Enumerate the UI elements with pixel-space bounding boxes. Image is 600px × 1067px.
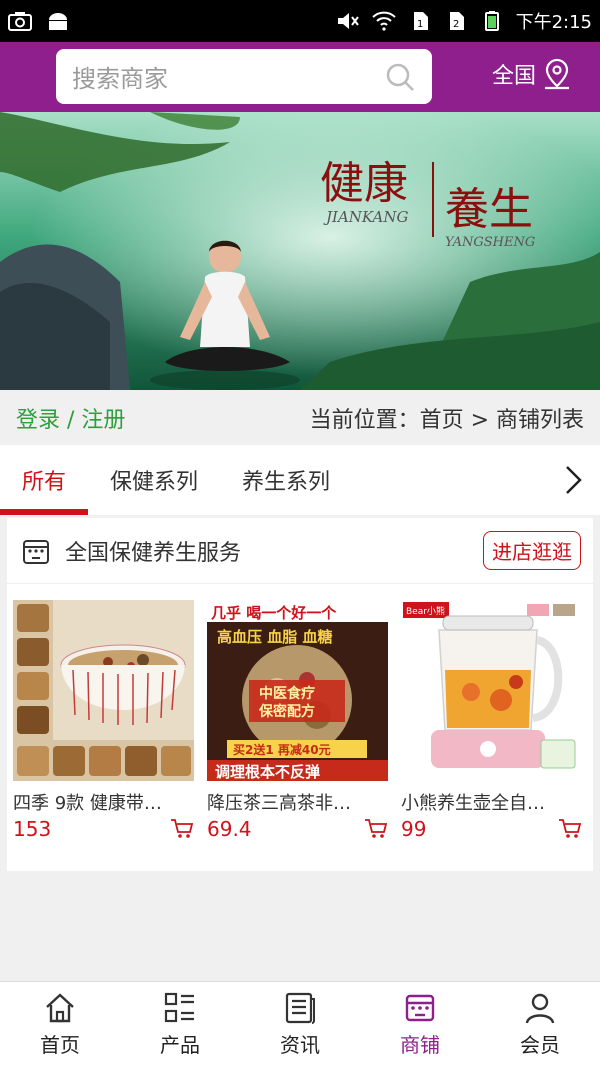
breadcrumb-bar: 登录 / 注册 当前位置：首页 > 商铺列表 — [0, 390, 600, 445]
svg-text:1: 1 — [417, 19, 423, 30]
shop-icon — [405, 994, 435, 1022]
nav-label: 产品 — [160, 1033, 200, 1057]
wifi-icon — [371, 11, 396, 31]
product-name: 降压茶三高茶非… — [207, 793, 351, 814]
cart-icon[interactable] — [170, 818, 194, 840]
nav-label: 首页 — [40, 1033, 80, 1057]
nav-shops[interactable]: 商铺 — [360, 982, 480, 1067]
search-input[interactable]: 搜索商家 — [56, 49, 432, 104]
shop-card: 全国保健养生服务 进店逛逛 四季 9款 健康带… 153 几乎 喝一个好一个 高… — [7, 518, 593, 871]
product-price: 153 — [13, 817, 52, 841]
nav-label: 商铺 — [400, 1033, 440, 1057]
tea-line1: 几乎 喝一个好一个 — [211, 604, 337, 622]
user-icon — [525, 993, 555, 1024]
product-name: 小熊养生壶全自… — [401, 793, 545, 814]
product-card[interactable]: 四季 9款 健康带… 153 — [13, 600, 194, 841]
tab-health-series[interactable]: 保健系列 — [88, 445, 220, 515]
tea-line4: 保密配方 — [258, 703, 315, 720]
status-time: 下午2:15 — [515, 12, 592, 33]
grid-list-icon — [164, 992, 194, 1023]
shop-header: 全国保健养生服务 进店逛逛 — [7, 518, 593, 584]
visit-shop-button[interactable]: 进店逛逛 — [483, 531, 581, 570]
status-bar: 1 2 下午2:15 — [0, 0, 600, 42]
banner-pinyin-1: JIANKANG — [323, 208, 408, 226]
tab-wellness-series[interactable]: 养生系列 — [220, 445, 352, 515]
home-icon — [46, 993, 74, 1023]
tab-all[interactable]: 所有 — [0, 445, 89, 515]
banner-pinyin-2: YANGSHENG — [445, 235, 535, 250]
camera-icon — [8, 12, 32, 31]
shop-name[interactable]: 全国保健养生服务 — [65, 535, 241, 567]
bottom-nav: 首页 产品 资讯 商铺 会员 — [0, 981, 600, 1067]
product-price: 69.4 — [207, 817, 252, 841]
nav-label: 会员 — [520, 1033, 560, 1057]
promo-banner[interactable]: 健康 JIANKANG 養生 YANGSHENG — [0, 112, 600, 390]
nav-products[interactable]: 产品 — [120, 982, 240, 1067]
kettle-brand: Bear小熊 — [406, 605, 445, 617]
product-image-soup[interactable] — [13, 600, 194, 781]
chevron-right-icon[interactable] — [558, 463, 588, 497]
cart-icon[interactable] — [558, 818, 582, 840]
news-icon — [285, 992, 315, 1024]
mute-icon — [337, 13, 359, 29]
sim2-icon: 2 — [449, 12, 464, 30]
breadcrumb: 当前位置：首页 > 商铺列表 — [309, 407, 584, 433]
product-image-tea[interactable]: 几乎 喝一个好一个 高血压 血脂 血糖 中医食疗 保密配方 买2送1 再减40元… — [207, 600, 388, 781]
product-card[interactable]: Bear小熊 小熊养生壶全自… 99 — [401, 600, 582, 841]
tea-line6: 调理根本不反弹 — [215, 763, 320, 781]
app-header: 搜索商家 全国 — [0, 42, 600, 112]
tea-line5: 买2送1 再减40元 — [233, 742, 331, 757]
product-price: 99 — [401, 817, 427, 841]
banner-illustration: 健康 JIANKANG 養生 YANGSHENG — [0, 112, 600, 390]
search-placeholder: 搜索商家 — [72, 65, 168, 93]
android-icon — [49, 13, 67, 30]
location-pin-icon — [545, 58, 570, 90]
banner-title-2: 養生 — [445, 184, 533, 235]
region-label: 全国 — [492, 64, 537, 89]
nav-news[interactable]: 资讯 — [240, 982, 360, 1067]
battery-icon — [484, 11, 499, 31]
tea-line3: 中医食疗 — [259, 685, 315, 702]
nav-member[interactable]: 会员 — [480, 982, 600, 1067]
search-icon[interactable] — [384, 61, 416, 93]
tea-line2: 高血压 血脂 血糖 — [217, 628, 332, 646]
shop-icon — [23, 539, 49, 564]
region-selector[interactable]: 全国 — [492, 58, 572, 90]
login-register-link[interactable]: 登录 / 注册 — [16, 402, 125, 434]
product-image-kettle[interactable]: Bear小熊 — [401, 600, 582, 781]
product-card[interactable]: 几乎 喝一个好一个 高血压 血脂 血糖 中医食疗 保密配方 买2送1 再减40元… — [207, 600, 388, 841]
sim1-icon: 1 — [413, 12, 428, 30]
category-tabs: 所有 保健系列 养生系列 — [0, 445, 600, 515]
nav-home[interactable]: 首页 — [0, 982, 120, 1067]
nav-label: 资讯 — [280, 1033, 320, 1057]
cart-icon[interactable] — [364, 818, 388, 840]
svg-text:2: 2 — [453, 19, 459, 30]
product-list: 四季 9款 健康带… 153 几乎 喝一个好一个 高血压 血脂 血糖 中医食疗 … — [7, 584, 593, 841]
banner-title-1: 健康 — [320, 158, 408, 209]
product-name: 四季 9款 健康带… — [13, 793, 162, 814]
